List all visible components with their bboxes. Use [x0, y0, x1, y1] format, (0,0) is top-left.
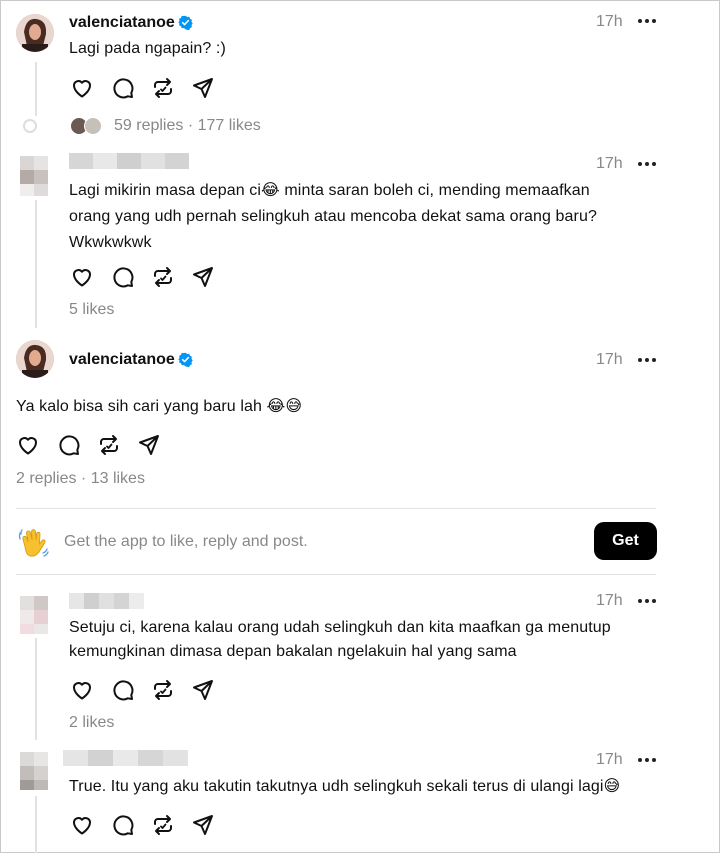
waving-hand-icon — [18, 529, 49, 557]
post-text-line: Setuju ci, karena kalau orang udah selin… — [69, 619, 611, 636]
verified-icon — [178, 352, 193, 367]
heart-icon[interactable] — [70, 265, 94, 289]
timestamp: 17h — [596, 751, 623, 768]
heart-icon[interactable] — [70, 678, 94, 702]
repost-icon[interactable] — [151, 813, 175, 837]
post-actions — [70, 678, 240, 702]
share-icon[interactable] — [191, 265, 215, 289]
blurred-username — [63, 750, 188, 766]
more-icon[interactable] — [638, 758, 656, 764]
share-icon[interactable] — [191, 76, 215, 100]
avatar[interactable] — [16, 14, 54, 52]
heart-icon[interactable] — [16, 433, 40, 457]
repost-icon[interactable] — [151, 265, 175, 289]
more-icon[interactable] — [638, 599, 656, 605]
repost-icon[interactable] — [151, 678, 175, 702]
post-text: Ya kalo bisa sih cari yang baru lah 😂😅 — [16, 398, 303, 415]
thread-line — [35, 638, 37, 740]
blurred-username — [69, 153, 189, 169]
avatar[interactable] — [20, 156, 48, 196]
reply-curve-icon — [23, 119, 37, 133]
comment-icon[interactable] — [111, 678, 135, 702]
app-prompt-text: Get the app to like, reply and post. — [64, 533, 308, 550]
comment-icon[interactable] — [57, 433, 81, 457]
more-icon[interactable] — [638, 19, 656, 25]
post-text: True. Itu yang aku takutin takutnya udh … — [69, 778, 621, 795]
thread-line — [35, 796, 37, 853]
share-icon[interactable] — [191, 678, 215, 702]
post-text-line: Lagi mikirin masa depan ci😂 minta saran … — [69, 182, 590, 199]
post-stats[interactable]: 5 likes — [69, 301, 114, 319]
comment-icon[interactable] — [111, 813, 135, 837]
post-actions — [70, 265, 240, 289]
post-stats[interactable]: 59 replies · 177 likes — [114, 117, 261, 135]
verified-icon — [178, 15, 193, 30]
comment-icon[interactable] — [111, 265, 135, 289]
heart-icon[interactable] — [70, 76, 94, 100]
divider — [16, 508, 656, 509]
blurred-username — [69, 593, 144, 609]
post-actions — [16, 433, 186, 457]
share-icon[interactable] — [191, 813, 215, 837]
post-actions — [70, 813, 240, 837]
thread-line — [35, 200, 37, 328]
share-icon[interactable] — [137, 433, 161, 457]
post-stats[interactable]: 2 likes — [69, 714, 114, 732]
get-app-button[interactable]: Get — [594, 522, 657, 560]
thread-line — [35, 62, 37, 116]
repost-icon[interactable] — [97, 433, 121, 457]
repost-icon[interactable] — [151, 76, 175, 100]
reply-avatar — [84, 117, 102, 135]
post-stats[interactable]: 2 replies · 13 likes — [16, 470, 145, 488]
post-actions — [70, 76, 240, 100]
avatar[interactable] — [16, 340, 54, 378]
comment-icon[interactable] — [111, 76, 135, 100]
avatar[interactable] — [20, 596, 48, 636]
avatar[interactable] — [20, 752, 48, 792]
username[interactable]: valenciatanoe — [69, 14, 175, 32]
timestamp: 17h — [596, 592, 623, 609]
more-icon[interactable] — [638, 358, 656, 364]
post-text: Lagi pada ngapain? :) — [69, 40, 226, 57]
timestamp: 17h — [596, 351, 623, 368]
post-text-line: kemungkinan dimasa depan bakalan ngelaku… — [69, 643, 517, 660]
heart-icon[interactable] — [70, 813, 94, 837]
more-icon[interactable] — [638, 162, 656, 168]
username[interactable]: valenciatanoe — [69, 351, 175, 369]
timestamp: 17h — [596, 13, 623, 30]
timestamp: 17h — [596, 155, 623, 172]
divider — [16, 574, 656, 575]
post-text-line: Wkwkwkwk — [69, 234, 152, 251]
post-text-line: orang yang udh pernah selingkuh atau men… — [69, 208, 597, 225]
